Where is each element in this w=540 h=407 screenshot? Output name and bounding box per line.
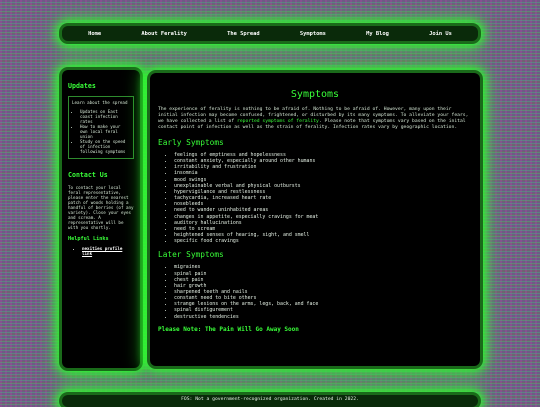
contact-heading: Contact Us [68, 171, 108, 179]
pain-note: Please Note: The Pain Will Go Away Soon [158, 325, 299, 333]
footer-text: FOS: Not a government-recognized organiz… [181, 397, 359, 402]
helpful-link-item: nexities profile link [82, 246, 134, 256]
nav-about-ferality[interactable]: About Ferality [141, 31, 186, 37]
top-nav: Home About Ferality The Spread Symptoms … [62, 26, 478, 41]
nav-my-blog[interactable]: My Blog [366, 31, 389, 37]
contact-text: To contact your local feral representati… [68, 185, 134, 230]
updates-box: Learn about the spread Updates on East c… [68, 96, 134, 159]
main-content: Symptoms The experience of ferality is n… [150, 73, 480, 366]
helpful-links-list: nexities profile link [68, 246, 134, 256]
nav-symptoms[interactable]: Symptoms [300, 31, 326, 37]
nexities-profile-link[interactable]: nexities profile link [82, 246, 122, 256]
nav-the-spread[interactable]: The Spread [227, 31, 259, 37]
updates-item[interactable]: Updates on East coast infection rates [80, 109, 130, 124]
updates-item[interactable]: How to make your own local feral union [80, 124, 130, 139]
list-item: destructive tendencies [174, 314, 472, 320]
symptoms-link[interactable]: reported symptoms of ferality [237, 119, 319, 124]
later-symptoms-heading: Later Symptoms [158, 250, 224, 260]
list-item: specific food cravings [174, 238, 472, 244]
updates-item[interactable]: Study on the speed of infection followin… [80, 139, 130, 154]
nav-home[interactable]: Home [88, 31, 101, 37]
page-title: Symptoms [290, 89, 340, 100]
updates-list: Updates on East coast infection rates Ho… [72, 109, 130, 154]
sidebar: Updates Learn about the spread Updates o… [62, 70, 140, 368]
later-symptoms-list: migraines spinal pain chest pain hair gr… [158, 264, 472, 319]
intro-paragraph: The experience of ferality is nothing to… [158, 107, 472, 131]
early-symptoms-heading: Early Symptoms [158, 138, 224, 147]
footer: FOS: Not a government-recognized organiz… [62, 395, 478, 407]
early-symptoms-list: feelings of emptiness and hopelessness c… [158, 152, 472, 244]
updates-intro: Learn about the spread [72, 100, 128, 105]
helpful-links-heading: Helpful Links [68, 236, 109, 242]
nav-join-us[interactable]: Join Us [429, 31, 452, 37]
updates-heading: Updates [68, 82, 96, 90]
